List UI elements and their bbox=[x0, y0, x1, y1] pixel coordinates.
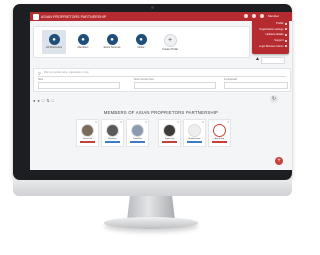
member-card[interactable]: ⚑ Member Name Member bbox=[183, 119, 206, 147]
avatar bbox=[106, 124, 119, 137]
flag-icon: ⚑ bbox=[226, 122, 229, 124]
app-title: ASIAN PROPRIETORS PARTNERSHIP bbox=[41, 14, 107, 19]
member-card[interactable]: ⚑ Rahul Iyer Member bbox=[101, 119, 124, 147]
list-view-icon[interactable]: ● bbox=[33, 99, 35, 103]
filter-incorporated[interactable]: Incorporated bbox=[224, 79, 288, 89]
webcam bbox=[151, 6, 154, 9]
avatar bbox=[188, 124, 201, 137]
status-badge: Member bbox=[187, 141, 202, 144]
nav-globe[interactable]: ● Globe bbox=[129, 30, 153, 54]
groups-select[interactable] bbox=[134, 81, 216, 89]
member-card[interactable]: ⚑ Sophia Ong Director bbox=[158, 119, 181, 147]
bell-icon[interactable]: ▲ bbox=[255, 57, 260, 62]
flag-icon: ⚑ bbox=[201, 122, 204, 124]
filter-groups[interactable]: Select Groups here bbox=[134, 79, 216, 89]
filter-panel: ⚲ Filter by member name, organisation, o… bbox=[33, 68, 291, 92]
avatar bbox=[213, 124, 226, 137]
sites-select[interactable] bbox=[38, 81, 120, 89]
nav-panel: ● All Directories ● Members ● Event Sour… bbox=[33, 26, 250, 58]
side-input[interactable] bbox=[261, 57, 285, 64]
status-badge: Director bbox=[80, 141, 95, 144]
export-icon[interactable]: □ bbox=[52, 99, 54, 103]
monitor-base bbox=[104, 217, 198, 229]
member-card[interactable]: ⚑ Daniel Kim Member bbox=[126, 119, 149, 147]
grid-view-icon[interactable]: ● bbox=[37, 99, 39, 103]
refresh-icon[interactable]: ↻ bbox=[270, 95, 278, 103]
status-badge: Member bbox=[105, 141, 120, 144]
add-member-button[interactable]: + bbox=[275, 157, 283, 165]
profile-icon bbox=[285, 22, 287, 25]
menu-item-admin[interactable]: Login Browser Admin bbox=[252, 43, 289, 49]
help-icon bbox=[285, 39, 287, 42]
users-icon: ● bbox=[48, 34, 60, 45]
status-badge: Member bbox=[130, 141, 145, 144]
map-view-icon[interactable]: □ bbox=[42, 99, 44, 103]
flag-icon: ⚑ bbox=[144, 122, 147, 124]
flag-icon: ⚑ bbox=[119, 122, 122, 124]
message-icon[interactable] bbox=[252, 14, 256, 18]
search-icon: ⚲ bbox=[38, 71, 41, 76]
member-card[interactable]: ⚑ Vincent Lim Director bbox=[76, 119, 99, 147]
settings-icon[interactable] bbox=[260, 14, 264, 18]
status-badge: Director bbox=[162, 141, 177, 144]
search-input[interactable]: ⚲ Filter by member name, organisation, o… bbox=[38, 71, 286, 77]
user-name[interactable]: Member bbox=[268, 14, 279, 18]
flag-icon: ⚑ bbox=[94, 122, 97, 124]
status-badge: Director bbox=[212, 141, 227, 144]
app-logo bbox=[33, 13, 39, 20]
nav-create-profile[interactable]: + Create Profile bbox=[158, 30, 182, 54]
notification-icon[interactable] bbox=[244, 14, 248, 18]
building-icon bbox=[285, 28, 287, 31]
logout-icon bbox=[285, 45, 287, 48]
calendar-icon: ● bbox=[106, 34, 118, 45]
avatar bbox=[81, 124, 94, 137]
nav-all-directories[interactable]: ● All Directories bbox=[42, 30, 66, 54]
app-screen: ASIAN PROPRIETORS PARTNERSHIP Member Pro… bbox=[30, 12, 292, 170]
avatar bbox=[163, 124, 176, 137]
nav-members[interactable]: ● Members bbox=[71, 30, 95, 54]
member-card[interactable]: ⚑ Amy Huang Director bbox=[208, 119, 231, 147]
account-menu: Profile Organization settings Updated de… bbox=[252, 21, 289, 54]
section-title: MEMBERS OF ASIAN PROPRIETORS PARTNERSHIP bbox=[103, 110, 219, 115]
view-toolbar: ● ● □ ⇅ □ bbox=[33, 99, 54, 103]
sort-icon[interactable]: ⇅ bbox=[46, 99, 49, 103]
plus-icon: + bbox=[163, 34, 177, 47]
flag-icon: ⚑ bbox=[176, 122, 179, 124]
person-icon: ● bbox=[77, 34, 89, 45]
nav-event-sources[interactable]: ● Event Sources bbox=[100, 30, 124, 54]
edit-icon bbox=[285, 33, 287, 36]
incorporated-select[interactable] bbox=[224, 81, 288, 89]
top-bar: ASIAN PROPRIETORS PARTNERSHIP Member bbox=[30, 12, 292, 21]
filter-sites[interactable]: Sites bbox=[38, 79, 120, 89]
car-icon: ● bbox=[135, 34, 147, 45]
avatar bbox=[131, 124, 144, 137]
monitor-chin bbox=[13, 180, 292, 196]
